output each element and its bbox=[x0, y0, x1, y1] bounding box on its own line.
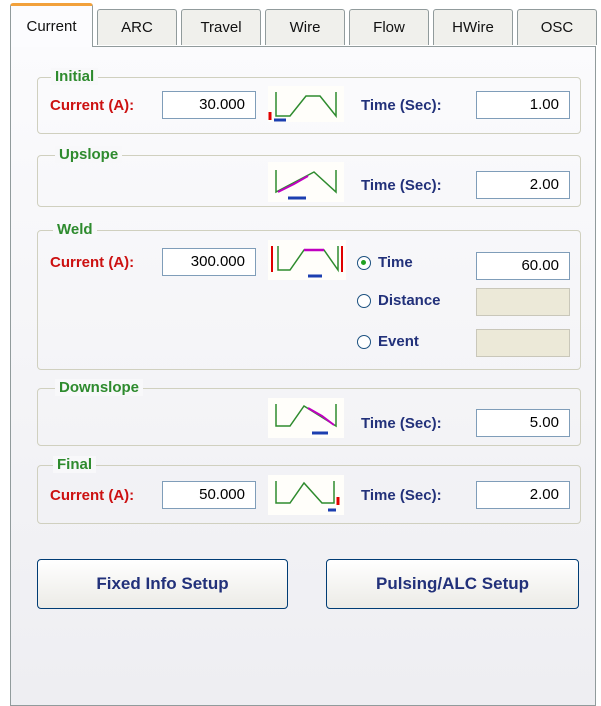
weld-time-option-label: Time bbox=[378, 254, 413, 271]
tab-osc[interactable]: OSC bbox=[517, 9, 597, 45]
final-time-input[interactable]: 2.00 bbox=[476, 481, 570, 509]
final-current-input[interactable]: 50.000 bbox=[162, 481, 256, 509]
initial-time-input[interactable]: 1.00 bbox=[476, 91, 570, 119]
initial-title: Initial bbox=[51, 68, 99, 85]
initial-current-label: Current (A): bbox=[50, 97, 135, 114]
final-current-label: Current (A): bbox=[50, 487, 135, 504]
weld-current-label: Current (A): bbox=[50, 254, 135, 271]
tab-hwire[interactable]: HWire bbox=[433, 9, 513, 45]
tab-label: Wire bbox=[289, 19, 321, 36]
tab-wire[interactable]: Wire bbox=[265, 9, 345, 45]
final-title: Final bbox=[53, 456, 97, 473]
weld-event-option-label: Event bbox=[378, 333, 419, 350]
weld-event-radio[interactable] bbox=[357, 335, 371, 349]
tab-label: Travel bbox=[200, 19, 242, 36]
tab-current[interactable]: Current bbox=[10, 3, 93, 47]
tab-strip: Current ARC Travel Wire Flow HWire OSC bbox=[10, 0, 600, 47]
tab-flow[interactable]: Flow bbox=[349, 9, 429, 45]
initial-time-label: Time (Sec): bbox=[361, 97, 442, 114]
tab-arc[interactable]: ARC bbox=[97, 9, 177, 45]
upslope-profile-icon bbox=[268, 162, 344, 202]
weld-distance-input[interactable] bbox=[476, 288, 570, 316]
pulsing-alc-setup-button[interactable]: Pulsing/ALC Setup bbox=[326, 559, 579, 609]
weld-distance-option-label: Distance bbox=[378, 292, 441, 309]
downslope-profile-icon bbox=[268, 398, 344, 438]
tab-label: Current bbox=[26, 18, 77, 35]
weld-title: Weld bbox=[53, 221, 97, 238]
tab-label: OSC bbox=[540, 19, 574, 36]
weld-event-input[interactable] bbox=[476, 329, 570, 357]
weld-distance-radio[interactable] bbox=[357, 294, 371, 308]
downslope-title: Downslope bbox=[55, 379, 144, 396]
weld-profile-icon bbox=[268, 240, 346, 280]
downslope-time-input[interactable]: 5.00 bbox=[476, 409, 570, 437]
weld-time-radio[interactable] bbox=[357, 256, 371, 270]
initial-profile-icon bbox=[268, 86, 344, 122]
tab-label: HWire bbox=[452, 19, 494, 36]
final-profile-icon bbox=[268, 475, 344, 515]
upslope-title: Upslope bbox=[55, 146, 123, 163]
tab-label: Flow bbox=[373, 19, 405, 36]
upslope-time-label: Time (Sec): bbox=[361, 177, 442, 194]
tab-travel[interactable]: Travel bbox=[181, 9, 261, 45]
fixed-info-setup-button[interactable]: Fixed Info Setup bbox=[37, 559, 288, 609]
initial-current-input[interactable]: 30.000 bbox=[162, 91, 256, 119]
downslope-time-label: Time (Sec): bbox=[361, 415, 442, 432]
final-time-label: Time (Sec): bbox=[361, 487, 442, 504]
upslope-time-input[interactable]: 2.00 bbox=[476, 171, 570, 199]
weld-time-input[interactable]: 60.00 bbox=[476, 252, 570, 280]
tab-label: ARC bbox=[121, 19, 153, 36]
weld-current-input[interactable]: 300.000 bbox=[162, 248, 256, 276]
